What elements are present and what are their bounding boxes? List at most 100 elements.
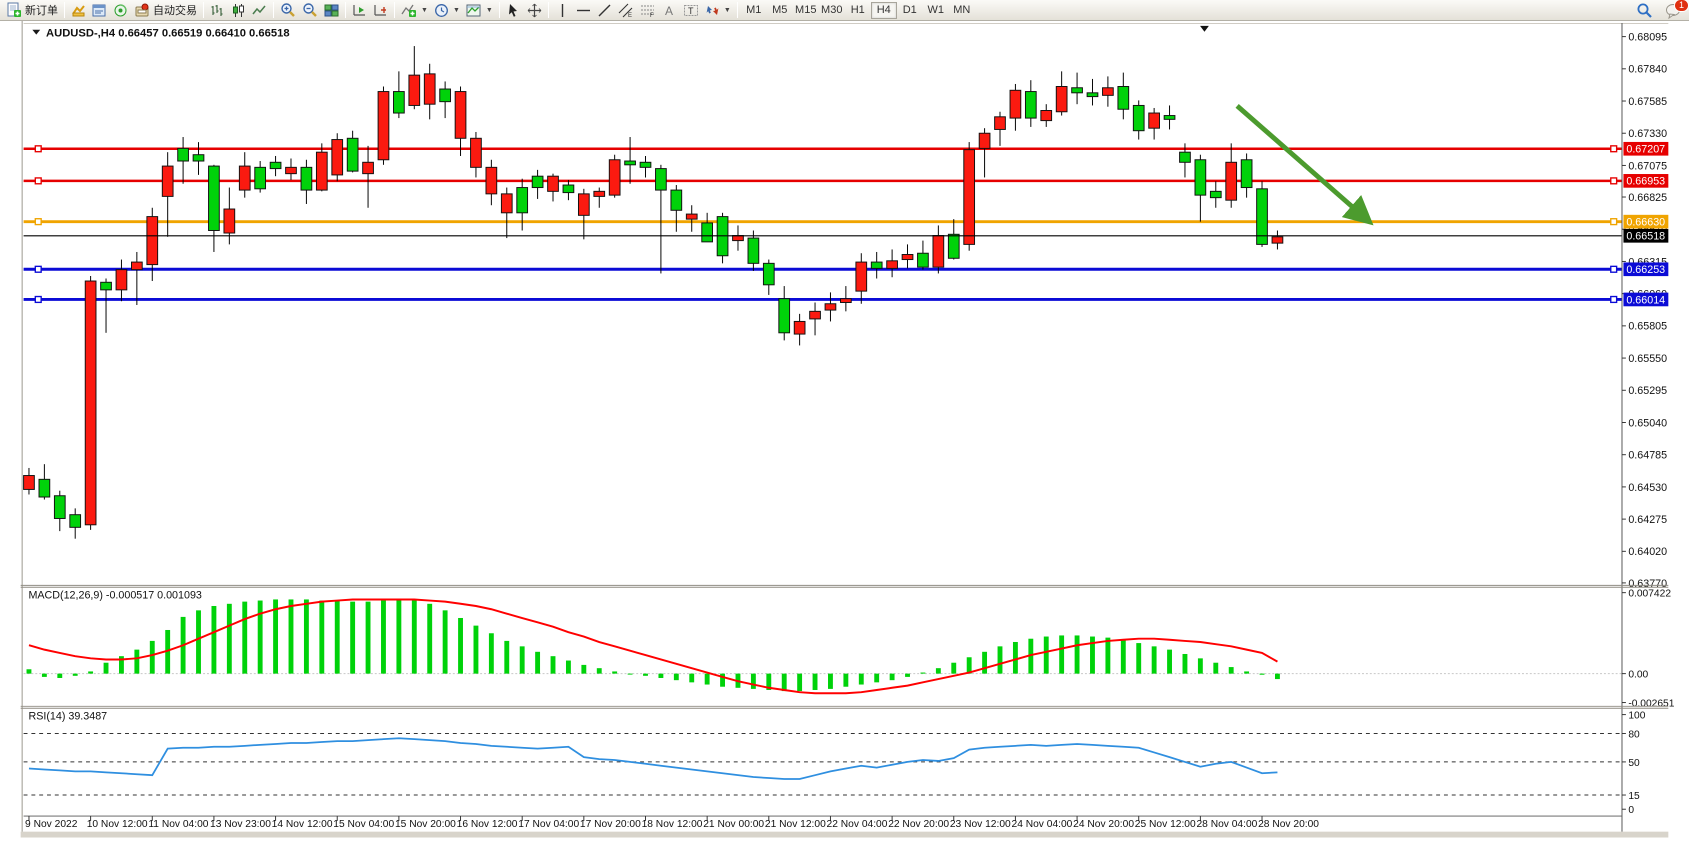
price-tick-label: 0.67585 (1628, 96, 1667, 108)
price-line-badge: 0.66014 (1623, 293, 1668, 307)
arrows-icon (705, 3, 720, 18)
candle (378, 87, 389, 165)
text-label-icon: T (683, 3, 699, 18)
mt4-window: { "toolbar": { "new_order": "新订单", "auto… (0, 0, 1689, 858)
macd-scale-label: 0.00 (1628, 670, 1648, 681)
macd-label: MACD(12,26,9) -0.000517 0.001093 (28, 590, 201, 602)
auto-scroll-button[interactable] (349, 1, 370, 20)
new-order-button[interactable]: 新订单 (3, 1, 61, 20)
price-line-badge: 0.67207 (1623, 142, 1668, 156)
timeframe-H1[interactable]: H1 (845, 2, 871, 19)
svg-text:0.66630: 0.66630 (1626, 217, 1665, 229)
chart-shift-button[interactable] (370, 1, 391, 20)
time-axis-label: 11 Nov 04:00 (148, 819, 208, 830)
zoom-in-button[interactable] (277, 1, 299, 20)
timeframe-H4[interactable]: H4 (871, 2, 897, 19)
price-tick-label: 0.68095 (1628, 32, 1667, 44)
text-label-button[interactable]: T (680, 1, 702, 20)
svg-text:0.66253: 0.66253 (1626, 264, 1665, 276)
candle (609, 155, 620, 198)
new-order-label: 新订单 (25, 2, 58, 18)
templates-icon (466, 3, 482, 18)
macd-scale-label: 0.007422 (1628, 589, 1671, 600)
fibonacci-icon: F (640, 3, 656, 18)
zoom-out-button[interactable] (299, 1, 321, 20)
rsi-scale-label: 15 (1628, 791, 1640, 802)
indicators-button[interactable]: ▼ (398, 1, 431, 20)
price-line-badge: 0.66253 (1623, 262, 1668, 276)
price-tick-label: 0.67075 (1628, 160, 1667, 172)
data-window-icon (92, 3, 107, 18)
notifications-button[interactable]: 1 (1662, 1, 1685, 20)
timeframe-D1[interactable]: D1 (897, 2, 923, 19)
price-line-badge: 0.66953 (1623, 174, 1668, 188)
rsi-scale-label: 0 (1628, 805, 1634, 816)
time-axis-label: 13 Nov 23:00 (210, 819, 271, 830)
separator (499, 2, 500, 18)
crosshair-button[interactable] (524, 1, 545, 20)
vertical-line-button[interactable] (552, 1, 573, 20)
bar-chart-icon (210, 3, 225, 18)
timeframe-M15[interactable]: M15 (793, 2, 819, 19)
time-axis-label: 23 Nov 12:00 (950, 819, 1011, 830)
search-button[interactable] (1633, 1, 1656, 20)
candle (1257, 181, 1268, 247)
separator (737, 2, 738, 18)
periods-button[interactable]: ▼ (431, 1, 463, 20)
bottom-strip (21, 832, 1669, 838)
bar-chart-button[interactable] (207, 1, 228, 20)
auto-trading-icon (134, 3, 150, 18)
horizontal-line-button[interactable] (573, 1, 594, 20)
svg-text:0.67207: 0.67207 (1626, 144, 1665, 156)
candlestick-chart-icon (231, 3, 246, 18)
separator (64, 2, 65, 18)
arrows-button[interactable]: ▼ (702, 1, 734, 20)
main-toolbar: 新订单 (0, 0, 1689, 21)
candlestick-chart-button[interactable] (228, 1, 249, 20)
time-axis-label: 22 Nov 20:00 (888, 819, 949, 830)
dropdown-arrow-icon: ▼ (421, 7, 428, 14)
timeframe-MN[interactable]: MN (949, 2, 975, 19)
time-axis-label: 17 Nov 20:00 (580, 819, 641, 830)
data-window-button[interactable] (89, 1, 110, 20)
new-order-icon (6, 2, 22, 18)
auto-trading-label: 自动交易 (153, 2, 197, 18)
clock-icon (434, 3, 449, 18)
timeframe-M5[interactable]: M5 (767, 2, 793, 19)
chart-window: 0.680950.678400.675850.673300.670750.668… (0, 21, 1689, 858)
price-tick-label: 0.64785 (1628, 450, 1667, 462)
fibonacci-button[interactable]: F (637, 1, 659, 20)
trendline-button[interactable] (594, 1, 615, 20)
signals-button[interactable] (110, 1, 131, 20)
svg-text:A: A (665, 4, 673, 18)
market-watch-button[interactable] (68, 1, 89, 20)
dropdown-arrow-icon: ▼ (486, 7, 493, 14)
price-tick-label: 0.67840 (1628, 64, 1667, 76)
search-icon (1636, 2, 1653, 19)
separator (345, 2, 346, 18)
timeframe-M1[interactable]: M1 (741, 2, 767, 19)
auto-trading-button[interactable]: 自动交易 (131, 1, 200, 20)
price-tick-label: 0.65295 (1628, 385, 1667, 397)
timeframe-M30[interactable]: M30 (819, 2, 845, 19)
timeframe-W1[interactable]: W1 (923, 2, 949, 19)
current-price-badge: 0.66518 (1626, 231, 1665, 243)
text-button[interactable]: A (659, 1, 680, 20)
templates-button[interactable]: ▼ (463, 1, 496, 20)
cursor-button[interactable] (503, 1, 524, 20)
time-axis-label: 28 Nov 20:00 (1258, 819, 1319, 830)
rsi-scale-label: 100 (1628, 711, 1645, 722)
tile-windows-button[interactable] (321, 1, 342, 20)
price-tick-label: 0.64275 (1628, 514, 1667, 526)
equidistant-channel-button[interactable]: E (615, 1, 637, 20)
indicators-icon (401, 3, 417, 18)
chart-canvas[interactable]: 0.680950.678400.675850.673300.670750.668… (0, 21, 1689, 858)
chart-title: AUDUSD-,H4 0.66457 0.66519 0.66410 0.665… (46, 28, 290, 40)
time-axis-label: 16 Nov 12:00 (457, 819, 518, 830)
svg-text:T: T (688, 6, 694, 16)
candle (717, 213, 728, 264)
time-axis-label: 21 Nov 00:00 (703, 819, 764, 830)
line-chart-button[interactable] (249, 1, 270, 20)
time-axis-label: 14 Nov 12:00 (272, 819, 333, 830)
market-watch-icon (71, 3, 86, 18)
